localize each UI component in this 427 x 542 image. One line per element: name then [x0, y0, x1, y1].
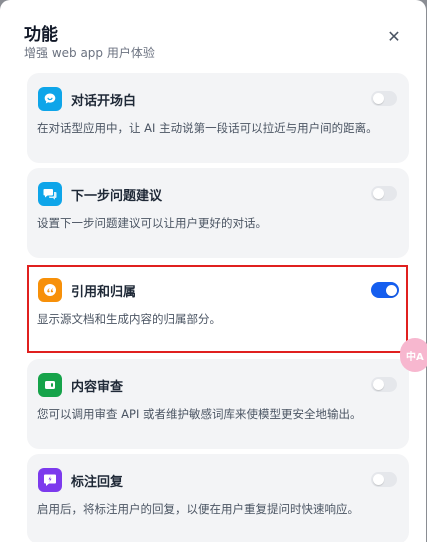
- moderation-toggle[interactable]: [371, 377, 397, 392]
- chat-opener-icon: [38, 87, 62, 111]
- feature-description: 设置下一步问题建议可以让用户更好的对话。: [37, 216, 267, 230]
- features-panel: 功能 增强 web app 用户体验 ✕ 对话开场白 在对话型应用中，让 AI …: [0, 0, 426, 542]
- suggestions-toggle[interactable]: [371, 186, 397, 201]
- annotation-icon: [38, 468, 62, 492]
- feature-description: 您可以调用审查 API 或者维护敏感词库来使模型更安全地输出。: [37, 407, 362, 421]
- feature-description: 启用后，将标注用户的回复，以便在用户重复提问时快速响应。: [37, 502, 359, 516]
- panel-title: 功能: [24, 25, 58, 45]
- close-icon: ✕: [387, 26, 401, 46]
- feature-card-opener: 对话开场白 在对话型应用中，让 AI 主动说第一段话可以拉近与用户间的距离。: [27, 73, 409, 163]
- feature-title: 下一步问题建议: [71, 189, 163, 204]
- close-button[interactable]: ✕: [384, 26, 404, 46]
- feature-title: 对话开场白: [71, 94, 137, 109]
- chat-bubbles-icon: [38, 182, 62, 206]
- highlight-box: [27, 265, 408, 353]
- feature-card-moderation: 内容审查 您可以调用审查 API 或者维护敏感词库来使模型更安全地输出。: [27, 359, 409, 449]
- toggle-knob: [373, 188, 384, 199]
- feature-card-annotation: 标注回复 启用后，将标注用户的回复，以便在用户重复提问时快速响应。: [27, 454, 409, 542]
- toggle-knob: [373, 379, 384, 390]
- toggle-knob: [373, 474, 384, 485]
- opener-toggle[interactable]: [371, 91, 397, 106]
- translate-bubble[interactable]: 中A: [400, 338, 427, 372]
- feature-title: 内容审查: [71, 380, 124, 395]
- feature-description: 在对话型应用中，让 AI 主动说第一段话可以拉近与用户间的距离。: [37, 121, 378, 135]
- translate-icon: 中A: [406, 351, 424, 363]
- feature-title: 标注回复: [71, 475, 124, 490]
- toggle-knob: [373, 93, 384, 104]
- shield-check-icon: [38, 373, 62, 397]
- feature-card-suggestions: 下一步问题建议 设置下一步问题建议可以让用户更好的对话。: [27, 168, 409, 258]
- panel-subtitle: 增强 web app 用户体验: [24, 46, 155, 60]
- annotation-toggle[interactable]: [371, 472, 397, 487]
